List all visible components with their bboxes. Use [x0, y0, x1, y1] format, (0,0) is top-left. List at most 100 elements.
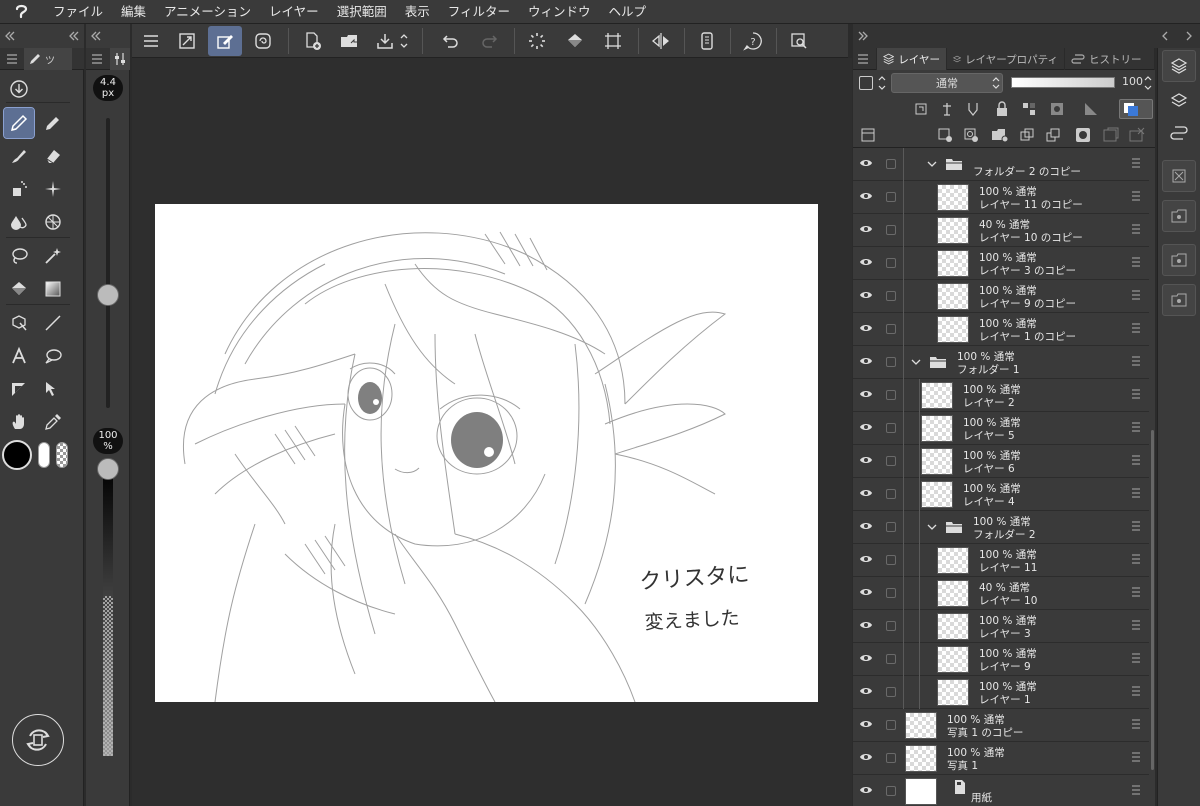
menu-filter[interactable]: フィルター	[439, 0, 519, 24]
opacity-slider-thumb[interactable]	[97, 458, 119, 480]
layer-select-checkbox[interactable]	[886, 324, 896, 334]
collapse-left-icon[interactable]	[68, 30, 80, 42]
layer-menu-icon[interactable]	[1131, 223, 1141, 235]
layer-menu-icon[interactable]	[1131, 685, 1141, 697]
collapse-panel-icon[interactable]	[1183, 30, 1195, 42]
magic-wand-icon[interactable]	[38, 241, 68, 271]
chevron-down-icon[interactable]	[911, 358, 921, 366]
chevron-down-icon[interactable]	[927, 160, 937, 168]
layer-menu-icon[interactable]	[1131, 322, 1141, 334]
layer-row[interactable]: 40 % 通常 レイヤー 10	[853, 577, 1149, 610]
sparkle-tool-icon[interactable]	[38, 174, 68, 204]
visibility-eye-icon[interactable]	[859, 785, 873, 795]
mask-enable-button[interactable]	[1049, 100, 1077, 118]
layer-select-checkbox[interactable]	[886, 291, 896, 301]
menu-selection[interactable]: 選択範囲	[328, 0, 396, 24]
settings-search-icon[interactable]	[782, 26, 816, 56]
visibility-eye-icon[interactable]	[859, 686, 873, 696]
lock-transparency-icon[interactable]	[1021, 101, 1037, 117]
layer-select-checkbox[interactable]	[886, 786, 896, 796]
layer-menu-icon[interactable]	[1131, 421, 1141, 433]
fit-canvas-icon[interactable]	[170, 26, 204, 56]
save-options-icon[interactable]	[396, 26, 412, 56]
new-raster-layer-icon[interactable]	[937, 127, 953, 143]
collapse-left-icon[interactable]	[4, 30, 16, 42]
airbrush-tool-icon[interactable]	[4, 174, 34, 204]
eyedropper-tool-icon[interactable]	[38, 407, 68, 437]
draft-layer-icon[interactable]	[965, 101, 981, 117]
stepper-icon[interactable]	[1143, 74, 1153, 92]
layer-select-checkbox[interactable]	[886, 621, 896, 631]
line-tool-icon[interactable]	[38, 308, 68, 338]
menu-window[interactable]: ウィンドウ	[519, 0, 600, 24]
menu-help[interactable]: ヘルプ	[600, 0, 656, 24]
layer-select-checkbox[interactable]	[886, 720, 896, 730]
layer-select-checkbox[interactable]	[886, 423, 896, 433]
collapse-right-icon[interactable]	[857, 30, 869, 42]
layer-row[interactable]: 100 % 通常 レイヤー 9	[853, 643, 1149, 676]
visibility-eye-icon[interactable]	[859, 587, 873, 597]
layer-row[interactable]: 100 % 通常 写真 1 のコピー	[853, 709, 1149, 742]
chevron-down-icon[interactable]	[927, 523, 937, 531]
visibility-eye-icon[interactable]	[859, 752, 873, 762]
visibility-eye-icon[interactable]	[859, 521, 873, 531]
layer-menu-icon[interactable]	[1131, 388, 1141, 400]
panel-menu-icon[interactable]	[853, 48, 877, 70]
opacity-slider[interactable]	[1011, 77, 1115, 88]
create-mask-icon[interactable]	[1075, 127, 1091, 143]
new-file-icon[interactable]	[296, 26, 330, 56]
layer-menu-icon[interactable]	[1131, 157, 1141, 169]
layer-row[interactable]: 100 % 通常 レイヤー 9 のコピー	[853, 280, 1149, 313]
tab-history[interactable]: ヒストリー	[1065, 48, 1155, 70]
folder-row[interactable]: フォルダー 2 のコピー	[853, 148, 1149, 181]
visibility-eye-icon[interactable]	[859, 224, 873, 234]
layer-select-checkbox[interactable]	[886, 258, 896, 268]
pen-tool-icon[interactable]	[3, 107, 35, 139]
hand-tool-icon[interactable]	[4, 407, 34, 437]
layers-dock-button[interactable]	[1162, 50, 1196, 82]
delete-layer-icon[interactable]	[1129, 127, 1145, 143]
text-tool-icon[interactable]	[4, 341, 34, 371]
tab-layer[interactable]: レイヤー	[877, 48, 947, 70]
pencil-tool-icon[interactable]	[38, 108, 68, 138]
layer-menu-icon[interactable]	[1131, 586, 1141, 598]
app-logo-icon[interactable]	[0, 0, 44, 24]
layer-select-checkbox[interactable]	[886, 489, 896, 499]
open-folder-icon[interactable]	[332, 26, 366, 56]
visibility-eye-icon[interactable]	[859, 323, 873, 333]
visibility-eye-icon[interactable]	[859, 422, 873, 432]
layer-menu-icon[interactable]	[1131, 553, 1141, 565]
layer-select-checkbox[interactable]	[886, 654, 896, 664]
crop-icon[interactable]	[596, 26, 630, 56]
layer-color-button[interactable]	[1119, 99, 1153, 119]
layer-menu-icon[interactable]	[1131, 652, 1141, 664]
material-dock-button-4[interactable]	[1162, 284, 1196, 316]
lasso-tool-icon[interactable]	[4, 241, 34, 271]
layer-menu-icon[interactable]	[1131, 718, 1141, 730]
collapse-left-icon[interactable]	[90, 30, 102, 42]
apply-mask-icon[interactable]	[1103, 127, 1119, 143]
spiral-icon[interactable]	[246, 26, 280, 56]
help-icon[interactable]: ?	[736, 26, 770, 56]
new-vector-layer-icon[interactable]	[963, 127, 979, 143]
ruler-tool-icon[interactable]	[4, 374, 34, 404]
layer-row[interactable]: 100 % 通常 レイヤー 2	[853, 379, 1149, 412]
layer-color-toggle[interactable]	[859, 76, 873, 90]
layer-row[interactable]: 100 % 通常 レイヤー 5	[853, 412, 1149, 445]
layer-row[interactable]: 100 % 通常 レイヤー 6	[853, 445, 1149, 478]
visibility-eye-icon[interactable]	[859, 488, 873, 498]
menu-icon[interactable]	[134, 26, 168, 56]
gradient-tool-icon[interactable]	[38, 274, 68, 304]
panel-menu-icon[interactable]	[91, 54, 103, 64]
sliders-tab-icon[interactable]	[110, 48, 130, 70]
download-icon[interactable]	[4, 74, 34, 104]
brush-size-slider-thumb[interactable]	[97, 284, 119, 306]
layer-property-dock-button[interactable]	[1162, 84, 1196, 116]
layer-select-checkbox[interactable]	[886, 456, 896, 466]
transparent-color-swatch[interactable]	[56, 442, 68, 468]
layer-row[interactable]: 100 % 通常 レイヤー 1	[853, 676, 1149, 709]
brush-tool-icon[interactable]	[4, 141, 34, 171]
layer-select-checkbox[interactable]	[886, 192, 896, 202]
operation-tool-icon[interactable]	[4, 308, 34, 338]
layer-row[interactable]: 100 % 通常 レイヤー 11	[853, 544, 1149, 577]
